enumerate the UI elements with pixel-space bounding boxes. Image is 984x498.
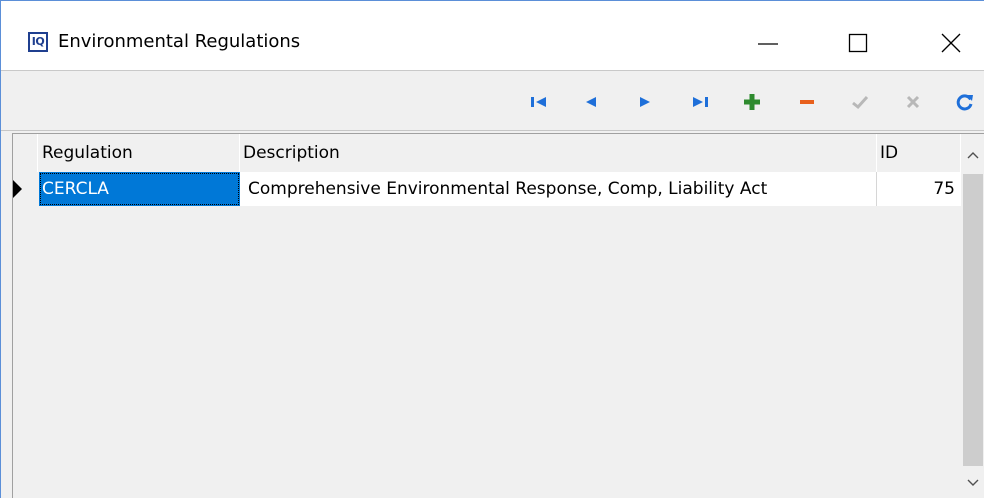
scroll-down-button[interactable] [961,470,984,496]
last-record-icon [693,97,708,107]
cell-regulation[interactable]: CERCLA [39,172,240,206]
environmental-regulations-window: IQ Environmental Regulations Regulation … [0,0,984,498]
minimize-icon [758,43,778,45]
refresh-data-button[interactable] [951,89,979,115]
cell-description[interactable]: Comprehensive Environmental Response, Co… [240,172,877,206]
insert-record-button[interactable] [738,89,766,115]
x-icon [906,95,920,109]
title-bar[interactable]: IQ Environmental Regulations [1,1,984,71]
column-header-regulation[interactable]: Regulation [39,134,240,172]
vertical-scrollbar[interactable] [961,134,984,498]
next-record-icon [640,97,650,107]
post-edit-button[interactable] [846,89,874,115]
app-icon: IQ [28,32,48,52]
next-record-button[interactable] [631,89,659,115]
prior-record-button[interactable] [577,89,605,115]
table-row[interactable]: CERCLA Comprehensive Environmental Respo… [13,172,961,206]
regulations-grid[interactable]: Regulation Description ID CERCLA Compreh… [12,133,984,498]
close-button[interactable] [920,19,982,67]
cancel-edit-button[interactable] [899,89,927,115]
chevron-down-icon [967,479,979,486]
maximize-button[interactable] [827,19,889,67]
last-record-button[interactable] [686,89,714,115]
check-icon [852,95,869,110]
plus-icon [744,94,760,110]
column-header-description[interactable]: Description [240,134,877,172]
scrollbar-track[interactable] [963,174,983,466]
navigator-toolbar [1,72,984,131]
maximize-icon [848,33,868,53]
row-indicator [13,172,39,206]
scroll-up-button[interactable] [961,142,984,168]
close-icon [941,33,961,53]
cell-id[interactable]: 75 [877,172,961,206]
window-title: Environmental Regulations [58,31,301,52]
column-header-id[interactable]: ID [877,134,961,172]
prior-record-icon [586,97,596,107]
minus-icon [800,100,814,104]
first-record-icon [531,97,546,107]
minimize-button[interactable] [737,19,799,67]
current-row-arrow-icon [13,180,22,198]
refresh-icon [956,94,973,111]
grid-header: Regulation Description ID [13,134,961,172]
delete-record-button[interactable] [793,89,821,115]
chevron-up-icon [967,152,979,159]
first-record-button[interactable] [525,89,553,115]
indicator-header [13,134,38,172]
